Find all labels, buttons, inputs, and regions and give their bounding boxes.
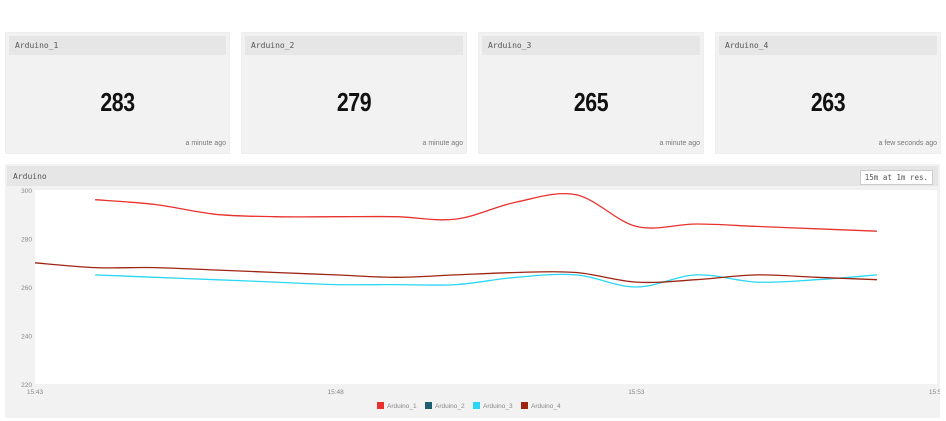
tile-header: Arduino_1	[9, 36, 226, 55]
tile-arduino-4: Arduino_4 263 a few seconds ago	[715, 32, 941, 154]
tile-header: Arduino_4	[719, 36, 937, 55]
tile-title: Arduino_2	[251, 41, 295, 50]
tile-timestamp: a minute ago	[185, 140, 226, 147]
y-tick-label: 260	[21, 285, 32, 292]
legend-item[interactable]: Arduino_4	[521, 402, 561, 410]
y-tick-label: 300	[21, 188, 32, 195]
tile-title: Arduino_3	[488, 41, 532, 50]
legend-label: Arduino_1	[387, 403, 417, 410]
legend-item[interactable]: Arduino_2	[425, 402, 465, 410]
y-tick-label: 280	[21, 237, 32, 244]
legend-label: Arduino_3	[483, 403, 513, 410]
legend-item[interactable]: Arduino_1	[377, 402, 417, 410]
plot-area	[35, 190, 937, 384]
legend-item[interactable]: Arduino_3	[473, 402, 513, 410]
chart-panel: Arduino 15m at 1m res. 220 240 260 280 300 1…	[5, 164, 940, 418]
tile-arduino-1: Arduino_1 283 a minute ago	[5, 32, 230, 154]
tile-value: 279	[336, 87, 372, 117]
tile-timestamp: a minute ago	[422, 140, 463, 147]
tile-header: Arduino_2	[245, 36, 463, 55]
tile-timestamp: a few seconds ago	[878, 140, 937, 147]
legend-label: Arduino_4	[531, 403, 561, 410]
tile-timestamp: a minute ago	[659, 140, 700, 147]
y-tick-label: 240	[21, 334, 32, 341]
legend-label: Arduino_2	[435, 403, 465, 410]
line-chart: 220 240 260 280 300 15:43 15:48 15:53 15:58 Ard…	[21, 188, 940, 410]
x-tick-label: 15:43	[27, 389, 44, 396]
tile-title: Arduino_1	[15, 41, 59, 50]
tile-value: 265	[573, 87, 609, 117]
x-tick-label: 15:53	[628, 389, 645, 396]
tile-arduino-3: Arduino_3 265 a minute ago	[478, 32, 704, 154]
tile-arduino-2: Arduino_2 279 a minute ago	[241, 32, 467, 154]
tile-value: 283	[100, 87, 135, 117]
x-tick-label: 15:48	[328, 389, 345, 396]
tile-title: Arduino_4	[725, 41, 769, 50]
tile-value: 263	[810, 87, 846, 117]
legend-swatch	[425, 402, 432, 409]
x-tick-label: 15:58	[929, 389, 940, 396]
legend-swatch	[473, 402, 480, 409]
tile-header: Arduino_3	[482, 36, 700, 55]
legend-swatch	[521, 402, 528, 409]
y-tick-label: 220	[21, 382, 32, 389]
legend-swatch	[377, 402, 384, 409]
